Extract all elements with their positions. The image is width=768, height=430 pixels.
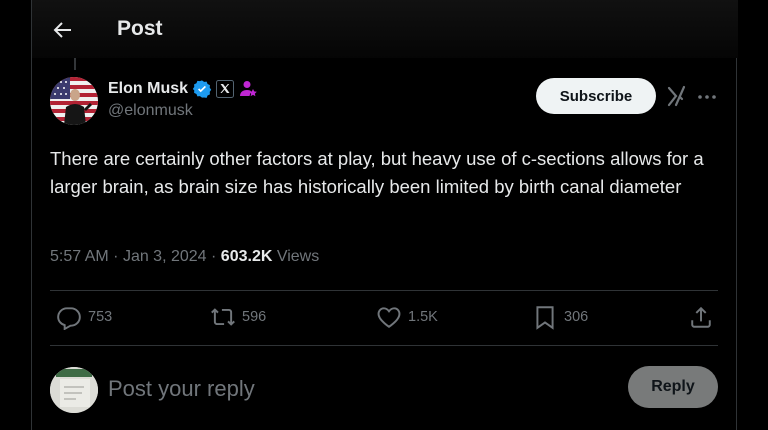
repost-count: 596 bbox=[242, 309, 267, 325]
share-action[interactable] bbox=[688, 304, 714, 330]
meta-separator: · bbox=[211, 248, 217, 265]
like-action[interactable]: 1.5K bbox=[376, 304, 438, 330]
action-bar: 753 596 1.5K 306 bbox=[50, 292, 718, 344]
more-icon[interactable] bbox=[696, 86, 718, 108]
reply-input[interactable] bbox=[108, 373, 608, 405]
views-count: 603.2K bbox=[220, 248, 273, 265]
post-date[interactable]: Jan 3, 2024 bbox=[123, 248, 207, 265]
reply-button[interactable]: Reply bbox=[628, 366, 718, 408]
top-bar: Post bbox=[32, 0, 738, 58]
thread-line bbox=[74, 58, 76, 70]
views-label: Views bbox=[276, 248, 320, 265]
grok-icon[interactable] bbox=[666, 85, 688, 107]
post-column: Post Elon Musk @elonmusk Subscribe There… bbox=[31, 0, 738, 430]
subscriber-icon bbox=[240, 81, 257, 97]
divider bbox=[50, 290, 718, 291]
divider bbox=[50, 345, 718, 346]
repost-action[interactable]: 596 bbox=[210, 304, 266, 330]
author-name[interactable]: Elon Musk bbox=[108, 80, 188, 98]
bookmark-count: 306 bbox=[564, 309, 589, 325]
like-icon bbox=[377, 307, 401, 328]
reply-icon bbox=[57, 307, 81, 330]
author-name-row: Elon Musk bbox=[108, 78, 258, 100]
bookmark-action[interactable]: 306 bbox=[532, 304, 588, 330]
reply-count: 753 bbox=[88, 309, 113, 325]
repost-icon bbox=[211, 308, 235, 326]
like-count: 1.5K bbox=[408, 309, 438, 325]
post-meta: 5:57 AM · Jan 3, 2024 · 603.2K Views bbox=[50, 248, 319, 266]
reply-action[interactable]: 753 bbox=[56, 304, 112, 330]
author-avatar[interactable] bbox=[50, 77, 98, 125]
share-icon bbox=[691, 306, 711, 328]
meta-separator: · bbox=[113, 248, 119, 265]
subscribe-button[interactable]: Subscribe bbox=[536, 78, 656, 114]
bookmark-icon bbox=[536, 306, 554, 330]
x-affiliate-icon bbox=[216, 80, 235, 98]
page-title: Post bbox=[117, 17, 163, 40]
user-avatar[interactable] bbox=[50, 367, 98, 413]
back-arrow-icon[interactable] bbox=[50, 18, 74, 42]
verified-badge-icon bbox=[192, 80, 212, 98]
post-time[interactable]: 5:57 AM bbox=[50, 248, 109, 265]
author-handle[interactable]: @elonmusk bbox=[108, 102, 193, 120]
post-text: There are certainly other factors at pla… bbox=[50, 148, 704, 197]
